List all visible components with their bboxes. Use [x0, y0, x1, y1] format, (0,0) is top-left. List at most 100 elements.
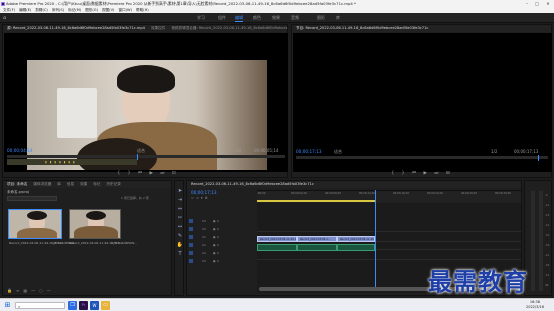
- project-item-name[interactable]: Record_2022-03-06-11-49-16_8c6a6d6f0d9..…: [69, 241, 137, 245]
- track-target-button[interactable]: [189, 219, 193, 223]
- project-panel-tab[interactable]: 标记: [93, 182, 100, 186]
- workspace-tab[interactable]: 学习: [197, 15, 205, 21]
- project-panel-tab[interactable]: 信息: [67, 182, 74, 186]
- source-fit-select[interactable]: 适合: [137, 148, 145, 154]
- menu-item[interactable]: 图形(G): [85, 8, 98, 12]
- workspace-tab[interactable]: 编辑: [235, 15, 243, 22]
- timeline-playhead[interactable]: [375, 190, 376, 290]
- menu-item[interactable]: 编辑(E): [19, 8, 31, 12]
- windows-start-icon[interactable]: ⊞: [3, 301, 12, 310]
- program-time-ruler[interactable]: [296, 156, 548, 159]
- timeline-timecode[interactable]: 00;00;17;13: [191, 190, 217, 195]
- task-view-icon[interactable]: ❐: [68, 301, 77, 310]
- lift-icon[interactable]: ⊟: [446, 171, 453, 176]
- program-playhead[interactable]: [538, 155, 539, 161]
- play-icon[interactable]: ▶: [423, 171, 429, 176]
- folder-taskbar-icon[interactable]: ▭: [101, 301, 110, 310]
- selection-tool-icon[interactable]: ➤: [176, 187, 184, 196]
- mark-in-icon[interactable]: {: [391, 171, 397, 176]
- project-panel-tab[interactable]: 效果: [80, 182, 87, 186]
- minimize-button[interactable]: –: [522, 0, 532, 7]
- project-panel-tab[interactable]: 项目: 未命名: [7, 182, 27, 186]
- project-item-thumbnail[interactable]: [69, 209, 121, 239]
- track-toggle-icons[interactable]: ▣ ⊙: [212, 219, 219, 223]
- audio-track-header[interactable]: A1 ▣ ⊙: [189, 242, 255, 248]
- step-back-icon[interactable]: ⏮: [138, 171, 145, 176]
- workspace-tab[interactable]: 音频: [291, 15, 299, 21]
- project-item-name[interactable]: Record_2022-03-06-11-49-16_8c6a6d6f0d9..…: [9, 241, 77, 245]
- audio-clip[interactable]: [297, 244, 337, 251]
- menu-item[interactable]: 序列(S): [52, 8, 64, 12]
- track-select-tool-icon[interactable]: ⇥: [176, 196, 184, 205]
- source-transport-controls[interactable]: { } ⏮ ▶ ⏭ ⊡: [93, 170, 203, 177]
- work-area-bar[interactable]: [257, 200, 375, 202]
- video-track-header[interactable]: V2 ▣ ⊙: [189, 226, 255, 232]
- pen-tool-icon[interactable]: ✎: [176, 232, 184, 241]
- video-clip[interactable]: Record_2022-03-06-11-49-16_8c6a6d6f0d9eb…: [257, 236, 297, 242]
- insert-icon[interactable]: ⊡: [172, 171, 179, 176]
- program-transport-controls[interactable]: { } ⏮ ▶ ⏭ ⊟: [372, 170, 472, 177]
- step-forward-icon[interactable]: ⏭: [160, 171, 167, 176]
- track-target-button[interactable]: [189, 259, 193, 263]
- video-track-header[interactable]: V3 ▣ ⊙: [189, 218, 255, 224]
- menu-item[interactable]: 剪辑(C): [35, 8, 48, 12]
- track-toggle-icons[interactable]: ▣ ⊙: [212, 227, 219, 231]
- menu-item[interactable]: 视图(V): [102, 8, 114, 12]
- audio-track-header[interactable]: A3 ▣ ⊙: [189, 258, 255, 264]
- workspace-tab[interactable]: 效果: [272, 15, 280, 21]
- ripple-edit-tool-icon[interactable]: ⇔: [176, 205, 184, 214]
- menu-item[interactable]: 窗口(W): [118, 8, 132, 12]
- play-icon[interactable]: ▶: [149, 171, 155, 176]
- settings-icon[interactable]: ⚙: [205, 196, 210, 200]
- taskbar-search-input[interactable]: ⌕: [15, 302, 65, 309]
- step-forward-icon[interactable]: ⏭: [434, 171, 441, 176]
- menu-item[interactable]: 文件(F): [3, 8, 15, 12]
- program-timecode[interactable]: 00;00;17;13: [296, 149, 322, 154]
- icon-view-icon[interactable]: ▦: [23, 288, 31, 293]
- razor-tool-icon[interactable]: ✂: [176, 214, 184, 223]
- video-clip[interactable]: Record_2022-03-06-1...: [297, 236, 337, 242]
- menu-item[interactable]: 标记(M): [68, 8, 81, 12]
- audio-clip[interactable]: [337, 244, 375, 251]
- project-panel-tab[interactable]: 媒体浏览器: [33, 182, 51, 186]
- menu-item[interactable]: 帮助(H): [136, 8, 149, 12]
- program-tab[interactable]: 节目: Record_2022-03-06-11-49-16_8c6a6d6f0…: [296, 26, 428, 30]
- program-fit-select[interactable]: 适合: [334, 149, 342, 155]
- project-panel-tab[interactable]: 历史记录: [106, 182, 120, 186]
- close-button[interactable]: ✕: [543, 0, 553, 7]
- source-panel-tab[interactable]: 音频剪辑混合器: Record_2022-03-06-11-49-16_8c6a…: [171, 26, 287, 30]
- audio-track-header[interactable]: A2 ▣ ⊙: [189, 250, 255, 256]
- type-tool-icon[interactable]: T: [176, 250, 184, 259]
- track-target-button[interactable]: [189, 243, 193, 247]
- mark-out-icon[interactable]: }: [128, 171, 134, 176]
- source-panel-tab[interactable]: 源: Record_2022-03-06-11-49-16_8c6a6d6f0d…: [7, 26, 145, 30]
- workspace-tab[interactable]: 颜色: [253, 15, 261, 21]
- workspace-tab[interactable]: 组件: [218, 15, 226, 21]
- source-panel-tab[interactable]: 效果控件: [151, 26, 165, 30]
- track-toggle-icons[interactable]: ▣ ⊙: [212, 235, 219, 239]
- audio-clip[interactable]: [257, 244, 297, 251]
- project-panel-tab[interactable]: 库: [57, 182, 61, 186]
- track-toggle-icons[interactable]: ▣ ⊙: [212, 259, 219, 263]
- track-target-button[interactable]: [189, 235, 193, 239]
- taskbar-clock[interactable]: 16:38 2022/3/16: [526, 300, 544, 310]
- hand-tool-icon[interactable]: ✋: [176, 241, 184, 250]
- mark-out-icon[interactable]: }: [402, 171, 408, 176]
- track-toggle-icons[interactable]: ▣ ⊙: [212, 243, 219, 247]
- home-icon[interactable]: ⌂: [3, 15, 8, 21]
- track-toggle-icons[interactable]: ▣ ⊙: [212, 251, 219, 255]
- word-taskbar-icon[interactable]: W: [90, 301, 99, 310]
- video-track-header[interactable]: V1 ▣ ⊙: [189, 234, 255, 240]
- source-time-ruler[interactable]: [7, 155, 285, 158]
- premiere-taskbar-icon[interactable]: Pr: [79, 301, 88, 310]
- zoom-slider[interactable]: —○—: [31, 288, 55, 293]
- slip-tool-icon[interactable]: ↔: [176, 223, 184, 232]
- source-playhead[interactable]: [137, 154, 138, 160]
- lock-icon[interactable]: 🔒: [7, 288, 16, 293]
- project-search-input[interactable]: [7, 196, 57, 201]
- video-clip[interactable]: Record_2022-03-06-11-49-16_8c6a6d: [337, 236, 375, 242]
- track-target-button[interactable]: [189, 227, 193, 231]
- step-back-icon[interactable]: ⏮: [412, 171, 419, 176]
- source-timecode[interactable]: 00;00;04;14: [7, 148, 33, 153]
- timeline-ruler[interactable]: :00;00 00;00;04;29 00;00;09;29 00;00;14;29 0…: [257, 190, 521, 202]
